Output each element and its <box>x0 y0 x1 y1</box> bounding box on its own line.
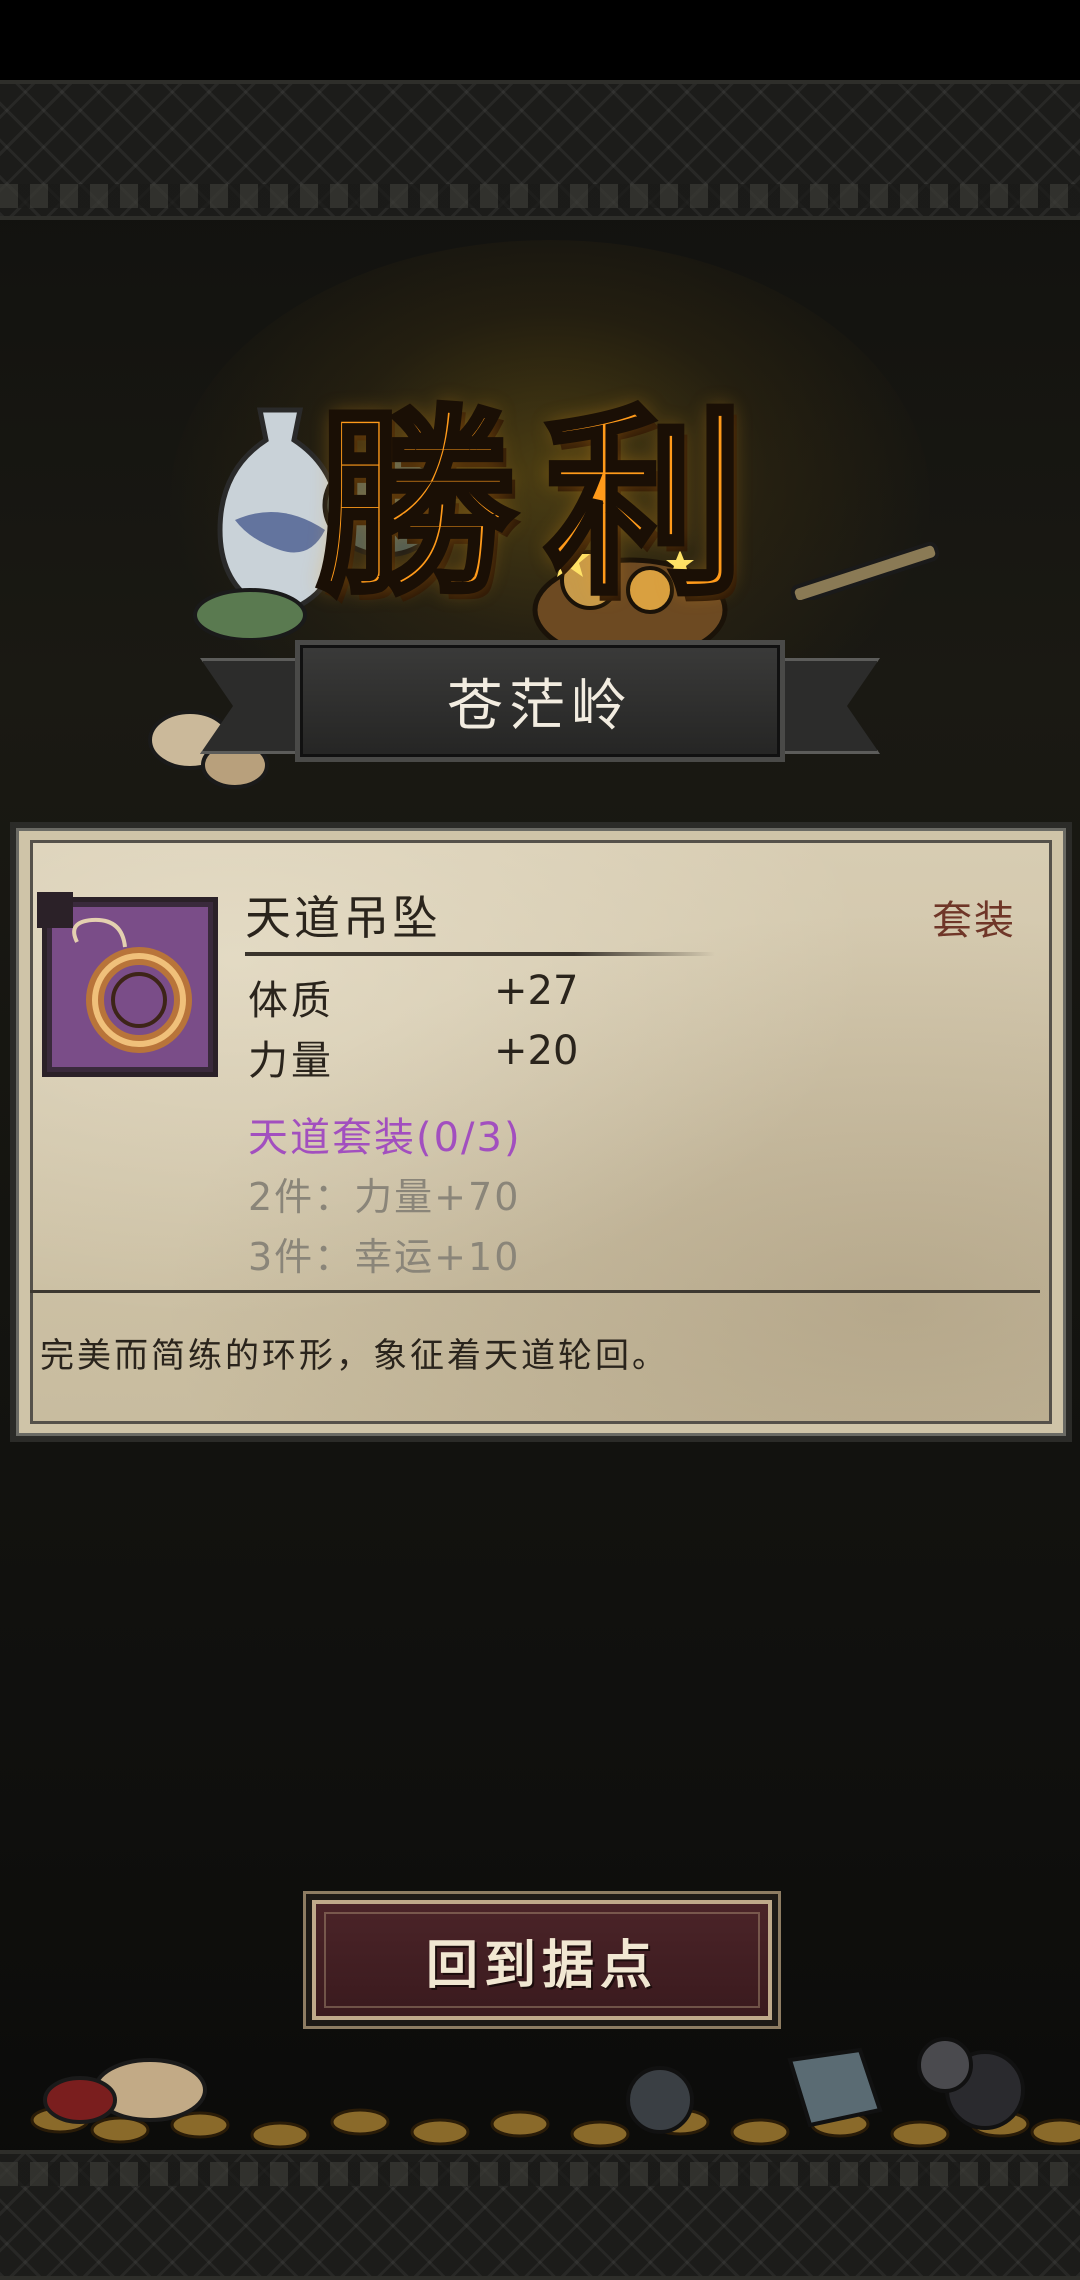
banner-tail-right <box>770 658 880 754</box>
item-type-tag: 套装 <box>932 898 1016 944</box>
item-icon-frame[interactable] <box>37 892 218 1077</box>
set-bonus: 3件：幸运+10 <box>248 1235 521 1279</box>
stat-label: 力量 <box>248 1038 334 1084</box>
sword-icon <box>790 541 940 600</box>
victory-title: 勝利 <box>312 384 775 625</box>
item-name: 天道吊坠 <box>245 891 441 945</box>
stat-value: +27 <box>494 968 579 1014</box>
location-name: 苍茫岭 <box>447 673 633 739</box>
location-banner: 苍茫岭 <box>200 640 880 770</box>
top-frieze <box>0 80 1080 220</box>
bottom-frieze <box>0 2150 1080 2280</box>
banner-body: 苍茫岭 <box>295 640 785 762</box>
icon-corner <box>37 892 73 928</box>
frieze-band <box>0 184 1080 208</box>
return-button-label: 回到据点 <box>425 1935 658 1996</box>
banner-tail-left <box>200 658 310 754</box>
set-title: 天道套装(0/3) <box>248 1115 522 1161</box>
status-bar <box>0 0 1080 80</box>
set-bonus: 2件：力量+70 <box>248 1175 521 1219</box>
coin-pile <box>30 2037 1080 2149</box>
frieze-band <box>0 2162 1080 2186</box>
stat-value: +20 <box>494 1028 579 1074</box>
return-to-base-button[interactable]: 回到据点 <box>312 1900 772 2020</box>
name-divider <box>245 952 715 956</box>
item-description: 完美而简练的环形，象征着天道轮回。 <box>40 1336 669 1376</box>
stat-label: 体质 <box>248 978 334 1024</box>
victory-screen: 勝利 苍茫岭 天道吊坠 套装 体质 +27 力量 +20 天道套装(0/3) 2… <box>0 0 1080 2280</box>
description-divider <box>30 1290 1040 1293</box>
